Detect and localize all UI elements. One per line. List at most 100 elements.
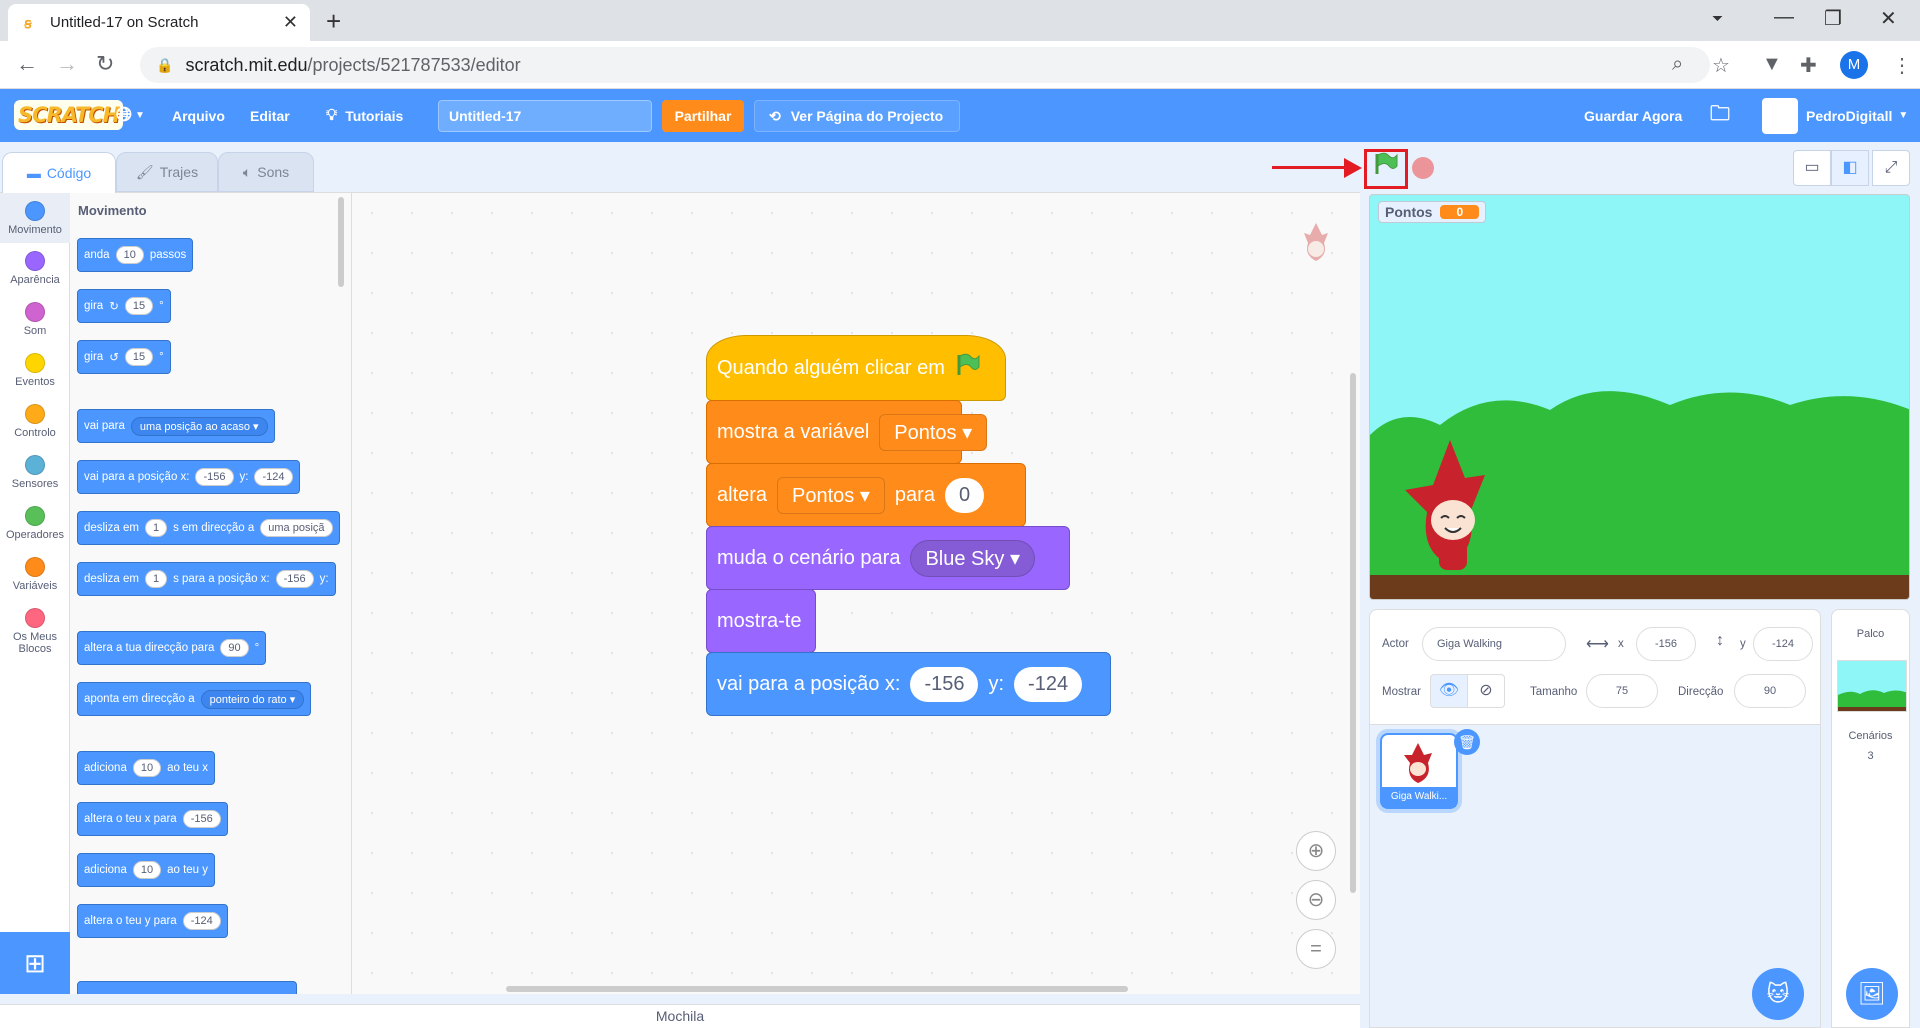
switch-backdrop-block[interactable]: muda o cenário para Blue Sky ▾ <box>706 526 1070 590</box>
x-input[interactable]: -156 <box>275 570 314 588</box>
browser-tab[interactable]: ꞩ Untitled-17 on Scratch ✕ <box>8 4 310 41</box>
extensions-puzzle-icon[interactable]: ✚ <box>1800 53 1817 78</box>
show-visible-toggle[interactable]: 👁︎ <box>1430 674 1468 708</box>
minimize-icon[interactable]: — <box>1774 6 1794 29</box>
category-operators[interactable]: Operadores <box>0 506 70 541</box>
block-turn-right[interactable]: gira ↻ 15 ° <box>77 289 171 323</box>
variable-dropdown[interactable]: Pontos ▾ <box>879 413 988 451</box>
category-motion[interactable]: Movimento <box>0 193 70 243</box>
zoom-out-button[interactable]: ⊖ <box>1296 880 1336 920</box>
tab-code[interactable]: ▬ Código <box>2 152 116 193</box>
restore-icon[interactable]: ❐ <box>1824 6 1842 31</box>
fullscreen-button[interactable]: ⤢ <box>1872 150 1910 186</box>
steps-input[interactable]: 10 <box>115 246 144 264</box>
block-set-y[interactable]: altera o teu y para -124 <box>77 904 228 938</box>
y-input[interactable]: -124 <box>1014 666 1083 702</box>
menu-file[interactable]: Arquivo <box>172 89 225 142</box>
new-tab-icon[interactable]: + <box>326 6 341 37</box>
sprite-thumbnail[interactable]: Giga Walki... 🗑︎ <box>1380 729 1480 809</box>
x-input[interactable]: -156 <box>910 666 979 702</box>
direction-input[interactable]: 90 <box>220 639 249 657</box>
category-my-blocks[interactable]: Os Meus Blocos <box>0 608 70 655</box>
category-control[interactable]: Controlo <box>0 404 70 439</box>
category-sound[interactable]: Som <box>0 302 70 337</box>
stage-canvas[interactable]: Pontos 0 <box>1369 194 1910 600</box>
degrees-input[interactable]: 15 <box>124 297 154 315</box>
block-change-x[interactable]: adiciona 10 ao teu x <box>77 751 216 785</box>
extension-filter-icon[interactable]: ▼ <box>1762 53 1782 76</box>
variable-dropdown[interactable]: Pontos ▾ <box>777 476 885 514</box>
show-variable-block[interactable]: mostra a variável Pontos ▾ <box>706 400 988 464</box>
stop-button[interactable] <box>1412 157 1434 179</box>
block-move-steps[interactable]: anda 10 passos <box>77 238 194 272</box>
dy-input[interactable]: 10 <box>132 861 162 879</box>
palette-scrollbar[interactable] <box>338 197 344 287</box>
stage-target-pane[interactable]: Palco Cenários 3 <box>1831 609 1910 1028</box>
x-input[interactable]: -156 <box>182 810 221 828</box>
sprite-name-input[interactable] <box>1422 627 1566 661</box>
my-stuff-folder-icon[interactable]: 🗀 <box>1710 89 1730 142</box>
block-glide-xy[interactable]: desliza em 1 s para a posição x: -156 y: <box>77 562 336 596</box>
backdrop-dropdown[interactable]: Blue Sky ▾ <box>910 539 1035 577</box>
tab-sounds[interactable]: 🔈︎ Sons <box>218 152 314 192</box>
glide-dropdown[interactable]: uma posiçã <box>260 519 333 537</box>
size-input[interactable]: 75 <box>1586 674 1658 708</box>
bookmark-star-icon[interactable]: ☆ <box>1712 53 1730 78</box>
block-point-direction[interactable]: altera a tua direcção para 90 ° <box>77 631 267 665</box>
block-turn-left[interactable]: gira ↺ 15 ° <box>77 340 171 374</box>
goto-xy-block[interactable]: vai para a posição x: -156 y: -124 <box>706 652 1111 716</box>
profile-avatar[interactable]: M <box>1840 51 1868 79</box>
goto-dropdown[interactable]: uma posição ao acaso ▾ <box>130 416 268 436</box>
show-block[interactable]: mostra-te <box>706 589 816 653</box>
workspace-horizontal-scrollbar[interactable] <box>506 986 1128 992</box>
x-position-input[interactable]: -156 <box>1636 627 1696 661</box>
zoom-icon[interactable]: ⌕ <box>1672 53 1683 76</box>
add-extension-button[interactable]: ⊞ <box>0 932 70 994</box>
set-variable-block[interactable]: altera Pontos ▾ para 0 <box>706 463 1026 527</box>
block-partial[interactable] <box>77 981 297 994</box>
category-looks[interactable]: Aparência <box>0 251 70 286</box>
add-sprite-button[interactable]: 🐱︎ <box>1752 968 1804 1020</box>
reload-icon[interactable]: ↻ <box>96 51 114 77</box>
menu-edit[interactable]: Editar <box>250 89 290 142</box>
zoom-in-button[interactable]: ⊕ <box>1296 831 1336 871</box>
towards-dropdown[interactable]: ponteiro do rato ▾ <box>200 689 305 709</box>
backdrop-thumbnail[interactable] <box>1837 660 1907 712</box>
category-sensing[interactable]: Sensores <box>0 455 70 490</box>
seconds-input[interactable]: 1 <box>144 570 168 588</box>
variable-monitor[interactable]: Pontos 0 <box>1378 201 1487 223</box>
menu-tutorials[interactable]: 💡︎ Tutoriais <box>326 89 403 142</box>
language-globe-icon[interactable]: 🌐︎ ▼ <box>116 89 145 142</box>
delete-sprite-button[interactable]: 🗑︎ <box>1454 729 1480 755</box>
browser-menu-icon[interactable]: ⋮ <box>1892 53 1912 78</box>
category-events[interactable]: Eventos <box>0 353 70 388</box>
small-stage-button[interactable]: ▭ <box>1793 150 1831 186</box>
project-title-input[interactable] <box>438 100 652 132</box>
scratch-logo[interactable]: SCRATCH <box>14 100 124 130</box>
workspace-vertical-scrollbar[interactable] <box>1350 373 1356 893</box>
block-goto-xy[interactable]: vai para a posição x: -156 y: -124 <box>77 460 300 494</box>
url-input[interactable]: 🔒 scratch.mit.edu/projects/521787533/edi… <box>140 47 1710 83</box>
block-goto[interactable]: vai para uma posição ao acaso ▾ <box>77 409 275 443</box>
value-input[interactable]: 0 <box>944 477 985 513</box>
degrees-input[interactable]: 15 <box>124 348 154 366</box>
x-input[interactable]: -156 <box>195 468 234 486</box>
backpack-bar[interactable]: Mochila <box>0 1004 1360 1028</box>
when-flag-clicked-block[interactable]: Quando alguém clicar em <box>706 335 1006 401</box>
large-stage-button[interactable]: ◧ <box>1831 150 1869 186</box>
share-button[interactable]: Partilhar <box>662 100 744 132</box>
green-flag-button[interactable] <box>1364 149 1408 189</box>
tab-costumes[interactable]: 🖌︎ Trajes <box>116 152 218 192</box>
seconds-input[interactable]: 1 <box>144 519 168 537</box>
add-backdrop-button[interactable]: 🖼︎ <box>1846 968 1898 1020</box>
block-set-x[interactable]: altera o teu x para -156 <box>77 802 228 836</box>
y-input[interactable]: -124 <box>182 912 221 930</box>
y-input[interactable]: -124 <box>254 468 293 486</box>
zoom-reset-button[interactable]: = <box>1296 929 1336 969</box>
dx-input[interactable]: 10 <box>132 759 162 777</box>
tab-search-icon[interactable]: ⏷ <box>1712 10 1723 27</box>
hide-toggle[interactable]: ⊘ <box>1467 674 1505 708</box>
back-icon[interactable]: ← <box>16 51 38 77</box>
close-window-icon[interactable]: ✕ <box>1880 6 1897 31</box>
block-change-y[interactable]: adiciona 10 ao teu y <box>77 853 216 887</box>
